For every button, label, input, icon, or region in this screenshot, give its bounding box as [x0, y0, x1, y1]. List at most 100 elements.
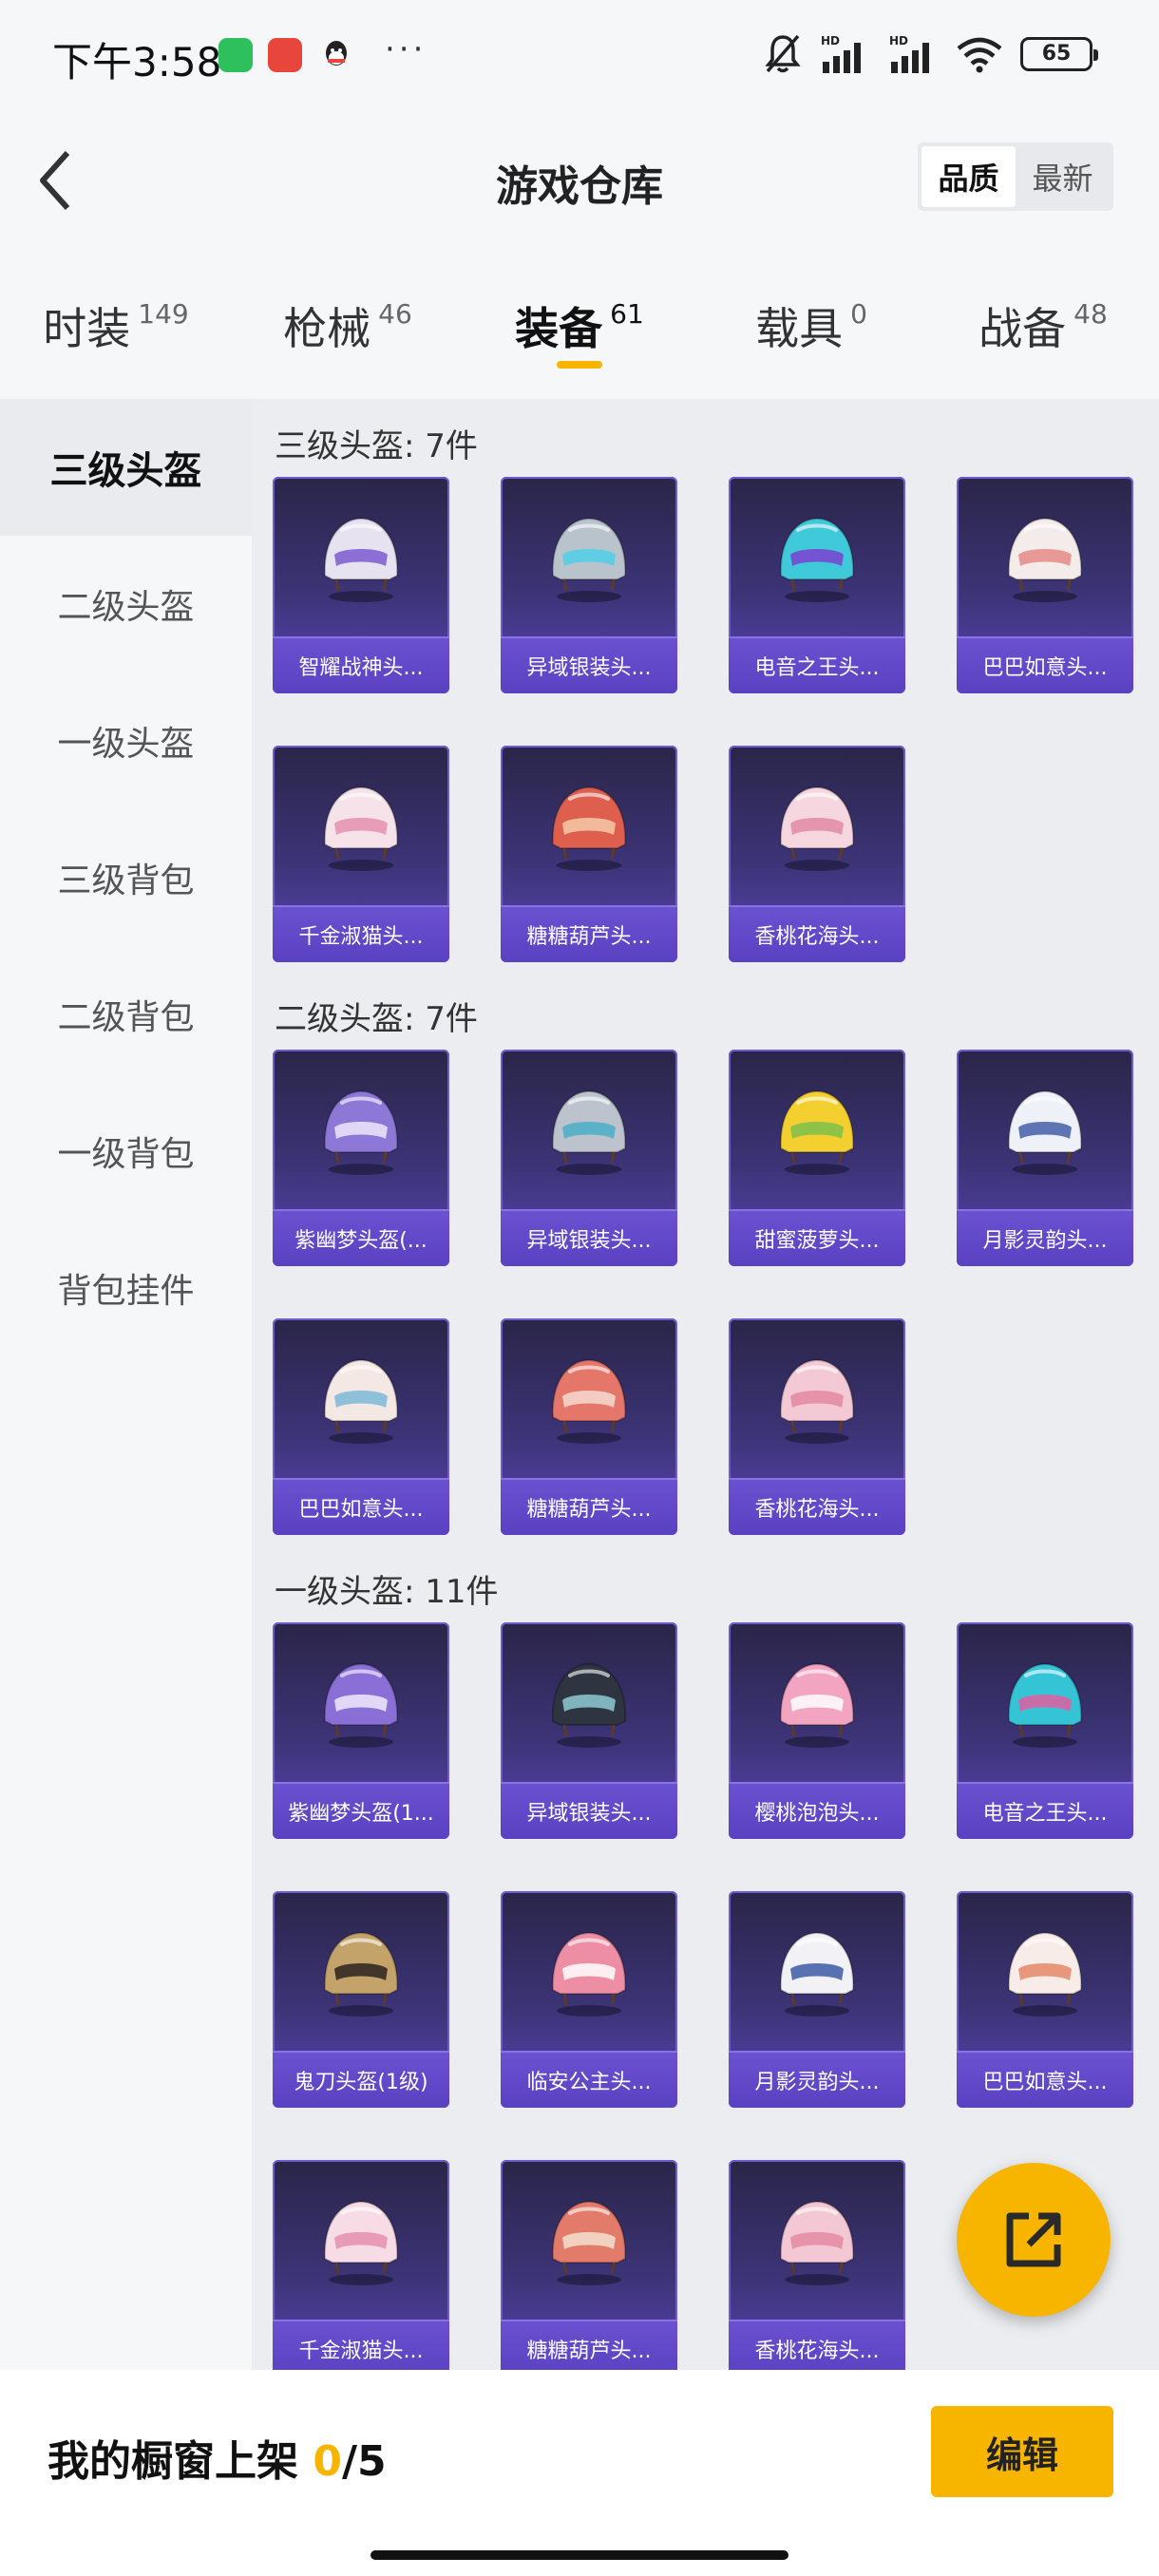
home-indicator[interactable] — [370, 2550, 788, 2560]
svg-text:HD: HD — [821, 34, 840, 47]
helmet-icon — [779, 1662, 855, 1748]
mute-bell-icon — [765, 34, 801, 73]
item-card[interactable]: 巴巴如意头... — [957, 477, 1133, 693]
helmet-icon — [779, 1358, 855, 1444]
item-name: 糖糖葫芦头... — [501, 2321, 677, 2370]
tab-equipment[interactable]: 装备 61 — [464, 256, 695, 399]
item-name: 智耀战神头... — [273, 638, 449, 693]
tab-count: 0 — [850, 298, 867, 330]
item-card[interactable]: 临安公主头... — [501, 1891, 677, 2108]
helmet-icon — [1007, 1089, 1083, 1175]
showcase-shelf-label: 我的橱窗上架 0/5 — [48, 2427, 387, 2488]
item-name: 香桃花海头... — [729, 1480, 905, 1535]
helmet-icon — [323, 2200, 399, 2285]
helmet-icon — [551, 1931, 627, 2017]
item-name: 巴巴如意头... — [273, 1480, 449, 1535]
item-name: 樱桃泡泡头... — [729, 1784, 905, 1839]
item-name: 临安公主头... — [501, 2053, 677, 2108]
section-title: 三级头盔: 7件 — [275, 427, 478, 465]
sidebar-item-level3-helmet[interactable]: 三级头盔 — [0, 399, 252, 536]
sort-newest-button[interactable]: 最新 — [1016, 146, 1110, 207]
item-grid: 三级头盔: 7件智耀战神头... 异域银装头... 电音之王头... 巴巴如意头...… — [252, 399, 1159, 2370]
tab-guns[interactable]: 枪械 46 — [232, 256, 464, 399]
sidebar-item-level2-helmet[interactable]: 二级头盔 — [0, 536, 252, 672]
shelf-total-count: /5 — [341, 2437, 387, 2486]
item-card[interactable]: 甜蜜菠萝头... — [729, 1050, 905, 1266]
sidebar-item-level1-backpack[interactable]: 一级背包 — [0, 1083, 252, 1220]
signal-icon: HD — [889, 34, 929, 73]
item-card[interactable]: 紫幽梦头盔(... — [273, 1050, 449, 1266]
item-card[interactable]: 异域银装头... — [501, 1050, 677, 1266]
sidebar-item-level1-helmet[interactable]: 一级头盔 — [0, 672, 252, 809]
item-name: 巴巴如意头... — [957, 2053, 1133, 2108]
item-name: 香桃花海头... — [729, 907, 905, 962]
item-card[interactable]: 巴巴如意头... — [273, 1318, 449, 1535]
helmet-icon — [779, 1931, 855, 2017]
item-card[interactable]: 月影灵韵头... — [957, 1050, 1133, 1266]
sidebar-item-level3-backpack[interactable]: 三级背包 — [0, 809, 252, 946]
sidebar-item-level2-backpack[interactable]: 二级背包 — [0, 946, 252, 1083]
edit-button[interactable]: 编辑 — [931, 2406, 1113, 2497]
section-title: 二级头盔: 7件 — [275, 1000, 478, 1038]
helmet-icon — [551, 1089, 627, 1175]
shelf-current-count: 0 — [313, 2437, 342, 2486]
sort-quality-button[interactable]: 品质 — [922, 146, 1016, 207]
item-card[interactable]: 电音之王头... — [957, 1622, 1133, 1839]
status-bar: 下午3:58 ··· HD HD 65 — [0, 0, 1159, 104]
item-card[interactable]: 千金淑猫头... — [273, 2160, 449, 2370]
helmet-icon — [1007, 1662, 1083, 1748]
shop-app-icon — [268, 38, 302, 72]
share-button[interactable] — [957, 2163, 1111, 2317]
item-name: 异域银装头... — [501, 1784, 677, 1839]
helmet-icon — [551, 786, 627, 871]
tab-vehicles[interactable]: 载具 0 — [695, 256, 927, 399]
more-notifications-icon: ··· — [385, 30, 428, 68]
item-card[interactable]: 香桃花海头... — [729, 746, 905, 962]
header: 游戏仓库 品质 最新 — [0, 104, 1159, 256]
item-name: 鬼刀头盔(1级) — [273, 2053, 449, 2108]
helmet-icon — [779, 786, 855, 871]
item-card[interactable]: 鬼刀头盔(1级) — [273, 1891, 449, 2108]
item-card[interactable]: 异域银装头... — [501, 1622, 677, 1839]
item-card[interactable]: 电音之王头... — [729, 477, 905, 693]
section-title: 一级头盔: 11件 — [275, 1573, 499, 1611]
tab-count: 46 — [378, 298, 412, 330]
tab-label: 枪械 — [283, 303, 371, 354]
item-name: 千金淑猫头... — [273, 2321, 449, 2370]
item-card[interactable]: 月影灵韵头... — [729, 1891, 905, 2108]
item-name: 异域银装头... — [501, 1211, 677, 1266]
item-card[interactable]: 千金淑猫头... — [273, 746, 449, 962]
category-tabs: 时装 149 枪械 46 装备 61 载具 0 战备 48 — [0, 256, 1159, 399]
helmet-icon — [551, 1358, 627, 1444]
helmet-icon — [323, 1662, 399, 1748]
item-name: 糖糖葫芦头... — [501, 907, 677, 962]
tab-fashion[interactable]: 时装 149 — [0, 256, 232, 399]
helmet-icon — [551, 1662, 627, 1748]
sidebar-item-backpack-charm[interactable]: 背包挂件 — [0, 1220, 252, 1356]
item-name: 千金淑猫头... — [273, 907, 449, 962]
helmet-icon — [779, 1089, 855, 1175]
category-sidebar: 三级头盔 二级头盔 一级头盔 三级背包 二级背包 一级背包 背包挂件 — [0, 399, 252, 2370]
item-name: 巴巴如意头... — [957, 638, 1133, 693]
tab-label: 战备 — [978, 303, 1067, 354]
tab-label: 时装 — [43, 303, 131, 354]
item-card[interactable]: 智耀战神头... — [273, 477, 449, 693]
item-card[interactable]: 巴巴如意头... — [957, 1891, 1133, 2108]
item-card[interactable]: 香桃花海头... — [729, 1318, 905, 1535]
item-card[interactable]: 香桃花海头... — [729, 2160, 905, 2370]
tab-supplies[interactable]: 战备 48 — [927, 256, 1159, 399]
item-card[interactable]: 紫幽梦头盔(1... — [273, 1622, 449, 1839]
item-name: 糖糖葫芦头... — [501, 1480, 677, 1535]
item-card[interactable]: 樱桃泡泡头... — [729, 1622, 905, 1839]
item-card[interactable]: 糖糖葫芦头... — [501, 2160, 677, 2370]
helmet-icon — [551, 2200, 627, 2285]
helmet-icon — [323, 786, 399, 871]
item-card[interactable]: 异域银装头... — [501, 477, 677, 693]
svg-text:HD: HD — [889, 34, 908, 47]
item-card[interactable]: 糖糖葫芦头... — [501, 1318, 677, 1535]
helmet-icon — [323, 1931, 399, 2017]
item-name: 紫幽梦头盔(... — [273, 1211, 449, 1266]
item-card[interactable]: 糖糖葫芦头... — [501, 746, 677, 962]
helmet-icon — [779, 517, 855, 602]
sort-toggle: 品质 最新 — [918, 142, 1113, 211]
